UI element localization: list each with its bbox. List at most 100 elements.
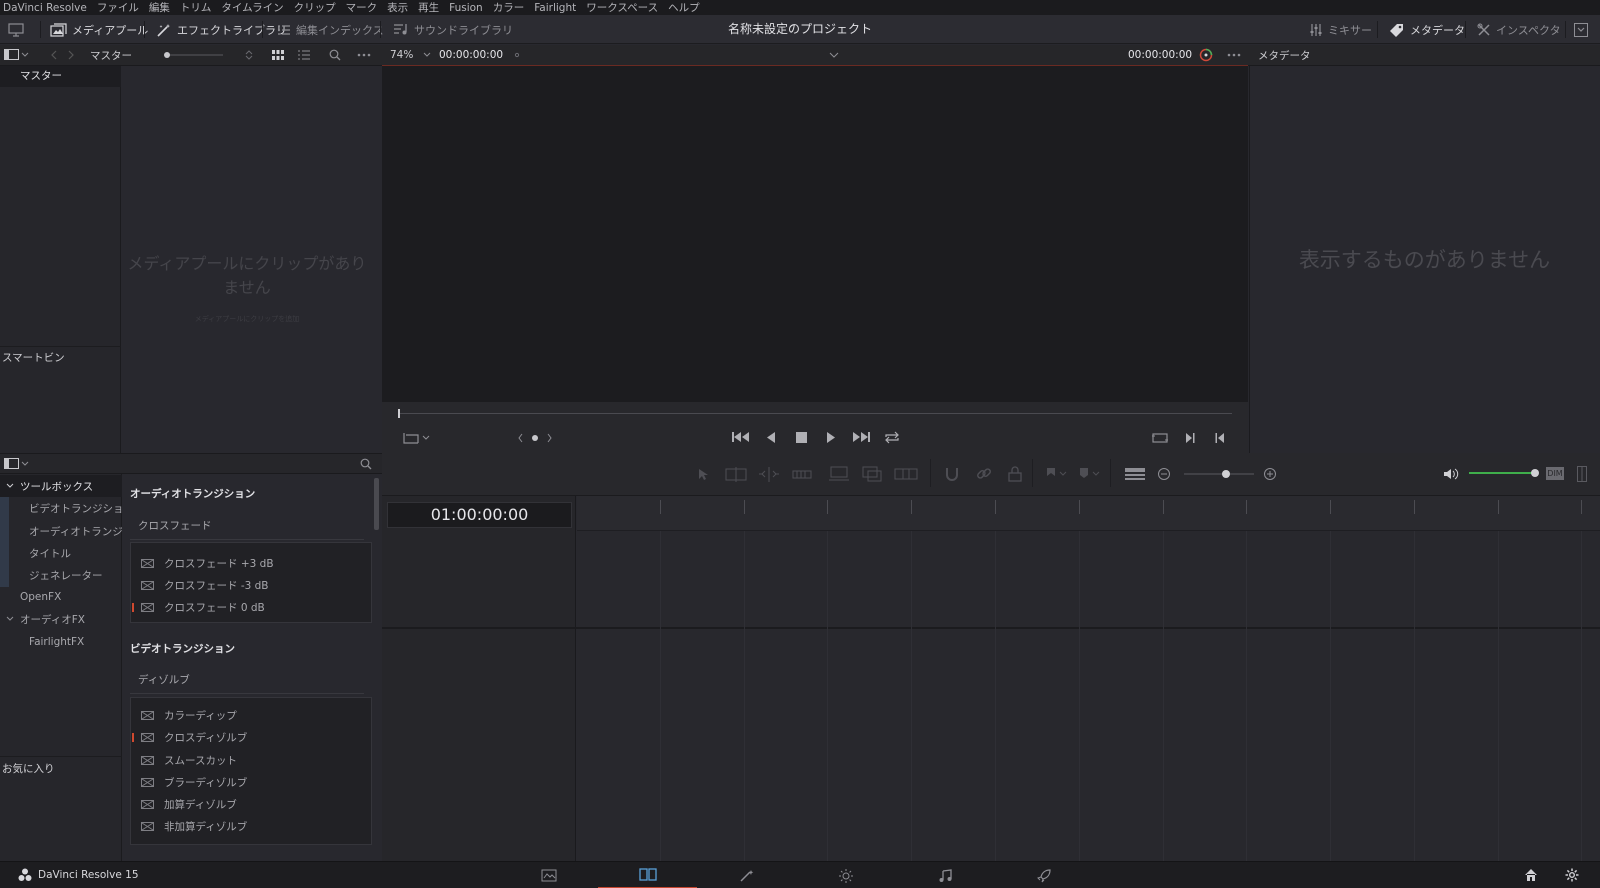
reverse-button[interactable] <box>766 432 776 443</box>
menu-help[interactable]: ヘルプ <box>663 0 705 15</box>
menu-fairlight[interactable]: Fairlight <box>529 2 581 14</box>
favorites-header[interactable]: お気に入り <box>0 756 122 777</box>
tree-item-audio-transitions[interactable]: オーディオトランジ... <box>0 520 133 542</box>
mark-in-button[interactable] <box>1185 432 1195 444</box>
viewer-mode-button[interactable] <box>402 432 430 444</box>
viewer-source-dropdown[interactable] <box>829 45 839 65</box>
tree-item-fairlight-fx[interactable]: FairlightFX <box>0 631 84 653</box>
tree-item-generators[interactable]: ジェネレーター <box>0 564 103 586</box>
page-media[interactable] <box>499 862 598 888</box>
overwrite-clip-button[interactable] <box>862 466 882 482</box>
menu-color[interactable]: カラー <box>488 0 530 15</box>
bin-forward-button[interactable] <box>67 45 75 65</box>
master-volume-slider[interactable] <box>1467 466 1541 480</box>
go-to-end-button[interactable] <box>852 431 870 443</box>
flag-button[interactable] <box>1046 468 1068 480</box>
menu-mark[interactable]: マーク <box>341 0 383 15</box>
expand-panel-button[interactable] <box>1574 15 1588 44</box>
tree-item-video-transitions[interactable]: ビデオトランジション <box>0 497 134 519</box>
menu-workspace[interactable]: ワークスペース <box>581 0 663 15</box>
list-item[interactable]: カラーディップ <box>131 704 371 726</box>
list-item[interactable]: 非加算ディゾルブ <box>131 815 371 837</box>
home-button[interactable] <box>1524 868 1538 882</box>
play-button[interactable] <box>826 432 836 443</box>
metadata-button[interactable]: メタデータ <box>1389 15 1465 44</box>
effects-panel-toggle[interactable] <box>4 458 30 470</box>
snapping-button[interactable] <box>944 466 960 482</box>
source-viewer[interactable] <box>382 66 1248 402</box>
effects-scrollbar[interactable] <box>374 478 379 530</box>
edit-index-button[interactable]: 編集インデックス <box>277 15 384 44</box>
effects-library-button[interactable]: エフェクトライブラリ <box>156 15 287 44</box>
speaker-icon[interactable] <box>1443 467 1459 481</box>
sort-button[interactable] <box>244 45 254 65</box>
jog-control[interactable] <box>518 433 552 443</box>
menu-trim[interactable]: トリム <box>175 0 217 15</box>
menu-clip[interactable]: クリップ <box>289 0 341 15</box>
list-item[interactable]: スムースカット <box>131 749 371 771</box>
mark-out-button[interactable] <box>1215 432 1225 444</box>
effects-search-button[interactable] <box>360 458 372 470</box>
tree-item-toolbox[interactable]: ツールボックス <box>0 475 122 497</box>
zoom-dropdown[interactable] <box>423 45 431 65</box>
insert-clip-button[interactable] <box>828 466 850 482</box>
linked-selection-button[interactable] <box>976 466 992 482</box>
list-item[interactable]: クロスフェード 0 dB <box>131 596 371 618</box>
list-item[interactable]: クロスフェード +3 dB <box>131 552 371 574</box>
trim-tool-button[interactable] <box>724 467 748 482</box>
go-to-start-button[interactable] <box>732 431 750 443</box>
audio-meter-toggle[interactable] <box>1577 466 1587 482</box>
selection-tool-button[interactable] <box>698 468 708 481</box>
master-bin-item[interactable]: マスター <box>0 66 121 87</box>
page-color[interactable] <box>796 862 895 888</box>
page-deliver[interactable] <box>994 862 1093 888</box>
page-edit[interactable] <box>598 862 697 888</box>
menu-playback[interactable]: 再生 <box>413 0 444 15</box>
page-fusion[interactable] <box>697 862 796 888</box>
layout-toggle-button[interactable] <box>8 15 24 44</box>
viewer-options-button[interactable] <box>1227 45 1241 65</box>
zoom-in-button[interactable] <box>1263 467 1277 481</box>
replace-clip-button[interactable] <box>894 466 918 482</box>
mixer-button[interactable]: ミキサー <box>1309 15 1372 44</box>
tree-item-openfx[interactable]: OpenFX <box>0 586 61 608</box>
thumbnail-view-button[interactable] <box>272 45 284 65</box>
timeline-zoom-slider[interactable] <box>1182 467 1256 481</box>
timeline-ruler[interactable] <box>577 496 1600 531</box>
marker-button[interactable] <box>1079 468 1101 480</box>
menu-file[interactable]: ファイル <box>92 0 144 15</box>
smart-bins-header[interactable]: スマートビン <box>0 346 121 366</box>
timeline-view-options-button[interactable] <box>1124 467 1146 481</box>
media-pool-button[interactable]: メディアプール <box>50 15 148 44</box>
thumbnail-size-slider[interactable] <box>163 45 225 65</box>
settings-button[interactable] <box>1565 868 1579 882</box>
viewer-zoom[interactable]: 74% <box>390 45 413 65</box>
dim-button[interactable]: DIM <box>1546 467 1564 480</box>
menu-app[interactable]: DaVinci Resolve <box>0 2 92 14</box>
scrubber-playhead[interactable] <box>398 409 400 418</box>
match-frame-button[interactable] <box>1152 432 1168 444</box>
menu-fusion[interactable]: Fusion <box>444 2 488 14</box>
menu-edit[interactable]: 編集 <box>144 0 175 15</box>
media-pool-options-button[interactable] <box>357 45 371 65</box>
tree-item-titles[interactable]: タイトル <box>0 542 71 564</box>
list-item[interactable]: クロスディゾルブ <box>131 726 371 748</box>
color-viewer-button[interactable] <box>1199 45 1213 65</box>
blade-tool-button[interactable] <box>792 467 812 482</box>
timeline-tracks[interactable] <box>577 531 1600 861</box>
bin-back-button[interactable] <box>50 45 58 65</box>
timeline-timecode[interactable]: 01:00:00:00 <box>387 502 572 528</box>
list-item[interactable]: クロスフェード -3 dB <box>131 574 371 596</box>
menu-view[interactable]: 表示 <box>382 0 413 15</box>
position-lock-button[interactable] <box>1008 466 1022 482</box>
inspector-button[interactable]: インスペクタ <box>1477 15 1561 44</box>
stop-button[interactable] <box>796 432 807 443</box>
loop-button[interactable] <box>884 431 900 444</box>
sound-library-button[interactable]: サウンドライブラリ <box>393 15 513 44</box>
tree-item-audio-fx[interactable]: オーディオFX <box>0 608 85 630</box>
list-item[interactable]: 加算ディゾルブ <box>131 793 371 815</box>
bin-list-toggle[interactable] <box>4 45 30 65</box>
menu-timeline[interactable]: タイムライン <box>216 0 288 15</box>
viewer-scrubber[interactable] <box>398 413 1232 414</box>
media-search-button[interactable] <box>329 45 341 65</box>
